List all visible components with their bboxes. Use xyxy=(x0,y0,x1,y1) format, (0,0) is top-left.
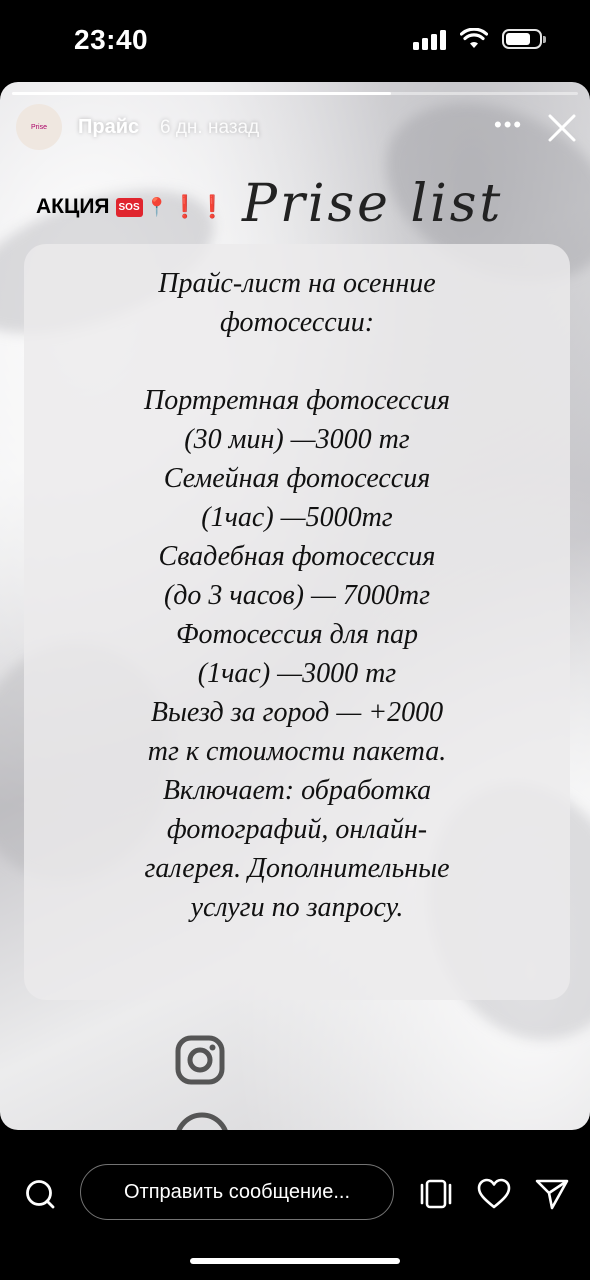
status-icons xyxy=(413,28,546,50)
exclamation-icon: ❗❗ xyxy=(171,194,226,219)
price-line: фотографий, онлайн- xyxy=(166,814,428,845)
heart-icon[interactable] xyxy=(476,1176,512,1212)
instagram-icon[interactable] xyxy=(174,1034,226,1086)
price-line: (30 мин) —3000 тг xyxy=(184,424,410,455)
price-line: Семейная фотосессия xyxy=(163,463,431,494)
avatar-text: Prise xyxy=(31,123,47,131)
cellular-signal-icon xyxy=(413,28,446,50)
battery-icon xyxy=(502,29,546,49)
price-line: услуги по запросу. xyxy=(190,892,404,923)
price-line: (1час) —3000 тг xyxy=(197,658,397,689)
promo-label: АКЦИЯ xyxy=(36,195,110,218)
status-time: 23:40 xyxy=(74,24,149,55)
price-line: Прайс-лист на осенние xyxy=(158,268,436,299)
price-panel: Прайс-лист на осенние фотосессии: Портрет… xyxy=(24,244,570,1000)
sos-icon: SOS xyxy=(115,197,143,217)
price-line: галерея. Дополнительные xyxy=(144,853,450,884)
story-progress-fill xyxy=(12,92,392,95)
story-card[interactable]: Prise Прайс 6 дн. назад ••• АКЦИЯ SOS 📍 … xyxy=(0,82,590,1130)
wifi-icon xyxy=(460,28,488,48)
price-line: Портретная фотосессия xyxy=(144,385,450,416)
avatar[interactable]: Prise xyxy=(16,104,62,150)
price-line: тг к стоимости пакета. xyxy=(147,736,447,767)
message-input[interactable]: Отправить сообщение... xyxy=(80,1164,394,1220)
price-line: Свадебная фотосессия xyxy=(158,541,436,572)
home-indicator[interactable] xyxy=(190,1258,400,1264)
status-bar: 23:40 xyxy=(0,0,590,80)
price-line: фотосессии: xyxy=(219,307,375,338)
profile-icon xyxy=(176,1112,228,1130)
price-line: (1час) —5000тг xyxy=(201,502,393,533)
pin-icon: 📍 xyxy=(145,196,169,217)
camera-search-icon[interactable] xyxy=(24,1178,56,1210)
send-icon[interactable] xyxy=(534,1176,570,1212)
price-list-text: Прайс-лист на осенние фотосессии: Портрет… xyxy=(24,264,570,927)
price-line: (до 3 часов) — 7000тг xyxy=(163,580,431,611)
story-time-ago: 6 дн. назад xyxy=(160,117,260,138)
story-username[interactable]: Прайс xyxy=(78,116,139,139)
price-line xyxy=(24,342,570,381)
close-icon[interactable] xyxy=(546,112,578,144)
price-line: Выезд за город — +2000 xyxy=(150,697,444,728)
price-line: Включает: обработка xyxy=(162,775,432,806)
story-progress-bar xyxy=(12,92,578,95)
bottom-bar: Отправить сообщение... xyxy=(0,1130,590,1280)
promo-badge: АКЦИЯ SOS 📍 ❗❗ xyxy=(36,194,226,220)
handwritten-heading: Prise list xyxy=(242,174,504,234)
more-icon[interactable]: ••• xyxy=(494,112,523,138)
tabs-icon[interactable] xyxy=(418,1176,454,1212)
price-line: Фотосессия для пар xyxy=(175,619,419,650)
